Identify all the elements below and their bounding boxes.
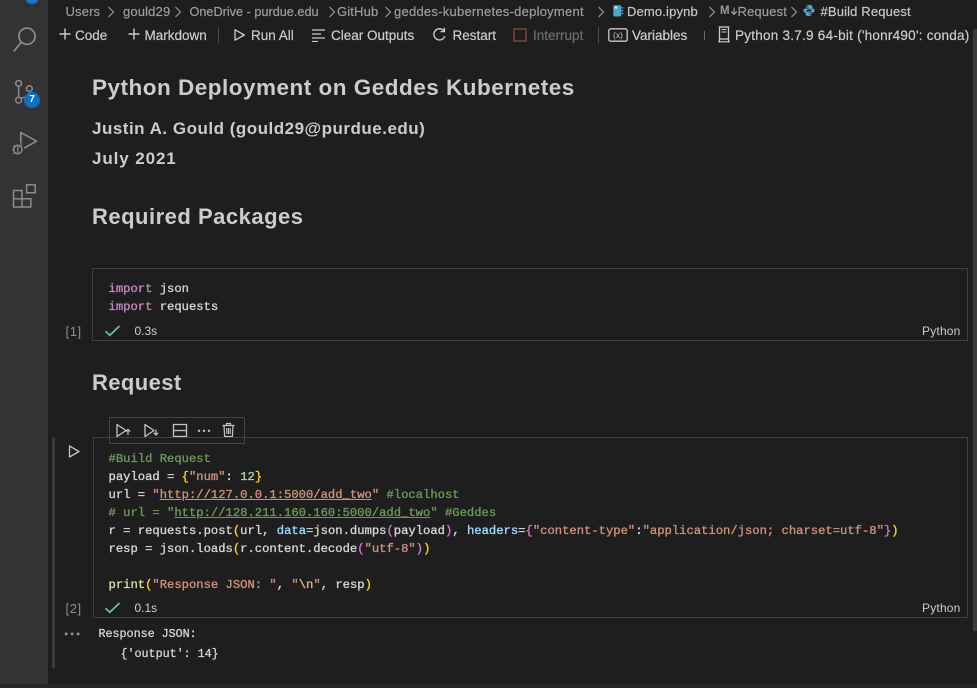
svg-text:(x): (x)	[613, 30, 623, 40]
